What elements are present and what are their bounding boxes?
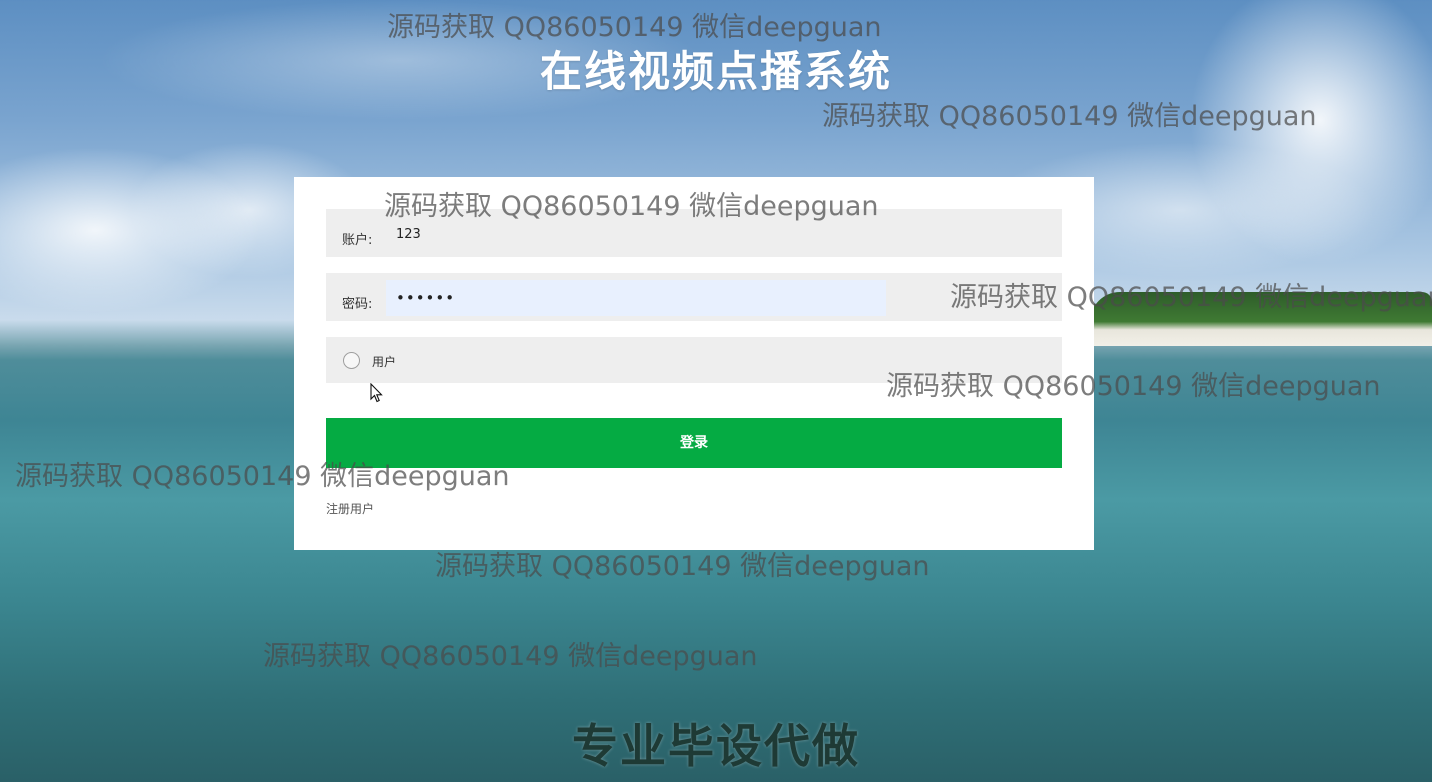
page-title: 在线视频点播系统 <box>539 47 892 96</box>
login-button[interactable]: 登录 <box>326 418 1062 468</box>
account-label: 账户: <box>342 233 373 248</box>
user-role-label[interactable]: 用户 <box>372 353 396 370</box>
password-row: 密码: <box>326 273 1062 321</box>
user-role-radio[interactable] <box>343 352 360 369</box>
password-input[interactable] <box>386 280 886 316</box>
watermark-text: 源码获取 QQ86050149 微信deepguan <box>822 101 1317 132</box>
role-row: 用户 <box>326 337 1062 383</box>
background-island <box>1090 292 1432 346</box>
mouse-cursor-icon <box>370 383 383 403</box>
account-row: 账户: <box>326 209 1062 257</box>
watermark-text: 源码获取 QQ86050149 微信deepguan <box>263 641 758 672</box>
promo-banner: 专业毕设代做 <box>572 719 860 773</box>
account-input[interactable] <box>386 221 886 247</box>
register-link[interactable]: 注册用户 <box>326 500 374 517</box>
password-label: 密码: <box>342 297 373 312</box>
login-card: 账户: 密码: 用户 登录 注册用户 <box>294 177 1094 550</box>
